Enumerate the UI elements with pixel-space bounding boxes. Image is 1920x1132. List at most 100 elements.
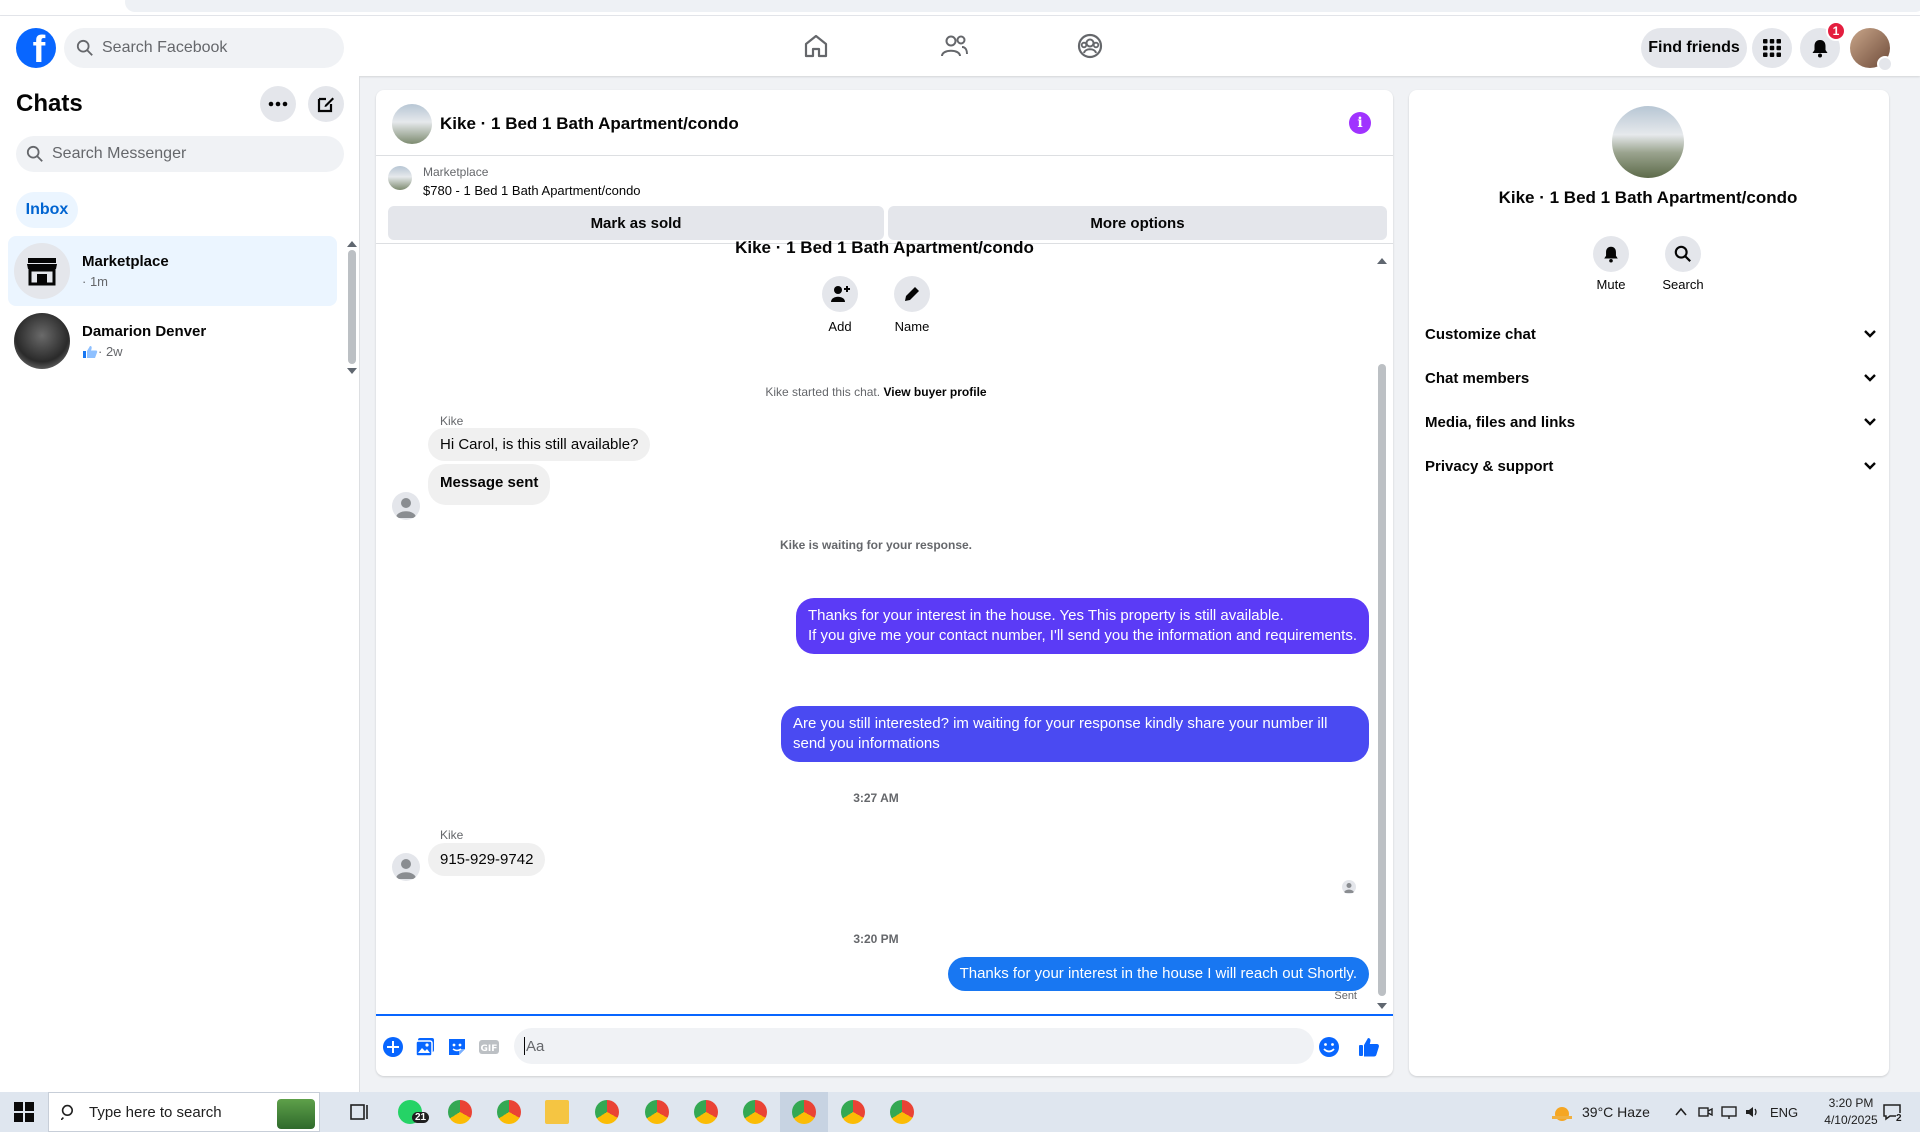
seen-avatar [1342, 880, 1356, 894]
chat-time: · 2w [98, 344, 123, 359]
search-icon [76, 39, 93, 56]
privacy-support-section[interactable]: Privacy & support [1425, 448, 1877, 484]
customize-chat-section[interactable]: Customize chat [1425, 316, 1877, 352]
chat-item-marketplace[interactable]: Marketplace · 1m [8, 236, 337, 306]
address-bar[interactable] [125, 0, 1920, 12]
name-label: Name [894, 319, 930, 334]
scroll-down-arrow[interactable] [1377, 1003, 1387, 1009]
friends-icon[interactable] [938, 30, 970, 62]
chevron-up-icon[interactable] [1674, 1105, 1688, 1119]
home-icon[interactable] [800, 30, 832, 62]
weather-widget[interactable]: 39°C Haze [1550, 1092, 1650, 1132]
file-explorer-icon[interactable] [545, 1100, 569, 1124]
chat-name: Marketplace [82, 253, 169, 270]
info-icon[interactable]: i [1349, 112, 1371, 134]
outgoing-message[interactable]: Thanks for your interest in the house I … [947, 957, 1369, 991]
more-options-button[interactable]: More options [888, 206, 1387, 240]
sticker-icon[interactable] [446, 1036, 468, 1058]
thread-title: Kike · 1 Bed 1 Bath Apartment/condo [735, 238, 1034, 257]
whatsapp-badge: 21 [412, 1112, 430, 1123]
bell-icon [1812, 40, 1828, 58]
thumbs-up-icon [83, 345, 98, 358]
chrome-profile-icon[interactable] [595, 1100, 619, 1124]
view-buyer-profile-link[interactable]: View buyer profile [883, 385, 986, 399]
chat-name: Damarion Denver [82, 323, 207, 340]
chat-started-notice: Kike started this chat. View buyer profi… [376, 385, 1376, 399]
chats-scrollbar[interactable] [348, 250, 356, 364]
conversation-avatar[interactable] [392, 104, 432, 144]
taskbar-clock[interactable]: 3:20 PM 4/10/2025 [1816, 1095, 1886, 1129]
emoji-icon[interactable] [1318, 1036, 1340, 1058]
store-icon [27, 258, 57, 286]
search-conversation-button[interactable] [1665, 236, 1701, 272]
chevron-down-icon [1864, 418, 1876, 426]
name-chat-button[interactable] [894, 276, 930, 312]
mark-as-sold-button[interactable]: Mark as sold [388, 206, 884, 240]
damarion-avatar [14, 313, 70, 369]
conversation-title[interactable]: Kike · 1 Bed 1 Bath Apartment/condo [440, 114, 739, 134]
listing-title[interactable]: $780 - 1 Bed 1 Bath Apartment/condo [423, 183, 641, 198]
chat-options-button[interactable] [260, 86, 296, 122]
conversation-scrollbar[interactable] [1378, 364, 1386, 996]
incoming-message[interactable]: 915-929-9742 [428, 843, 546, 876]
scroll-up-arrow[interactable] [347, 241, 357, 247]
chevron-down-icon[interactable] [1877, 56, 1893, 72]
plus-circle-icon[interactable] [382, 1036, 404, 1058]
browser-tab-strip [0, 0, 1920, 16]
message-input[interactable]: Aa [514, 1028, 1314, 1064]
photo-icon[interactable] [414, 1036, 436, 1058]
person-icon [396, 498, 416, 518]
chrome-icon[interactable] [448, 1100, 472, 1124]
messenger-search-placeholder: Search Messenger [52, 145, 187, 162]
section-label: Chat members [1425, 369, 1530, 387]
facebook-search-input[interactable]: Search Facebook [64, 28, 344, 68]
find-friends-button[interactable]: Find friends [1641, 28, 1747, 68]
grid-menu-icon [1763, 39, 1781, 57]
chat-members-section[interactable]: Chat members [1425, 360, 1877, 396]
media-files-links-section[interactable]: Media, files and links [1425, 404, 1877, 440]
chrome-profile-icon[interactable] [890, 1100, 914, 1124]
meet-icon[interactable] [1697, 1104, 1713, 1120]
chrome-profile-icon[interactable] [497, 1100, 521, 1124]
text-cursor [524, 1037, 525, 1055]
outgoing-message[interactable]: Are you still interested? im waiting for… [781, 706, 1369, 762]
gif-icon[interactable]: GIF [478, 1036, 500, 1058]
messenger-search-input[interactable]: Search Messenger [16, 136, 344, 172]
chrome-profile-icon[interactable] [841, 1100, 865, 1124]
pencil-icon [905, 287, 919, 301]
chrome-profile-icon[interactable] [694, 1100, 718, 1124]
kike-avatar[interactable] [392, 492, 420, 520]
chat-item-damarion-denver[interactable]: Damarion Denver · 2w [8, 306, 337, 376]
kike-avatar[interactable] [392, 853, 420, 881]
facebook-search-placeholder: Search Facebook [102, 39, 228, 56]
message-line: Are you still interested? im waiting for… [793, 715, 1328, 732]
incoming-message[interactable]: Message sent [428, 464, 551, 505]
outgoing-message[interactable]: Thanks for your interest in the house. Y… [796, 598, 1369, 654]
section-label: Customize chat [1425, 325, 1536, 343]
mute-button[interactable] [1593, 236, 1629, 272]
new-message-button[interactable] [308, 86, 344, 122]
windows-start-icon[interactable] [14, 1102, 34, 1122]
add-people-button[interactable] [822, 276, 858, 312]
scroll-down-arrow[interactable] [347, 368, 357, 374]
groups-icon[interactable] [1074, 30, 1106, 62]
volume-icon[interactable] [1744, 1104, 1760, 1120]
network-icon[interactable] [1720, 1104, 1738, 1120]
incoming-message[interactable]: Hi Carol, is this still available? [428, 428, 651, 461]
menu-button[interactable] [1752, 28, 1792, 68]
taskbar-search-input[interactable]: Type here to search [48, 1092, 320, 1132]
like-icon[interactable] [1358, 1036, 1380, 1058]
scroll-up-arrow[interactable] [1377, 258, 1387, 264]
task-view-icon[interactable] [348, 1100, 372, 1124]
language-indicator[interactable]: ENG [1770, 1092, 1798, 1132]
windows-taskbar: Type here to search 21 39°C Haze ENG 3:2… [0, 1092, 1920, 1132]
chrome-profile-icon[interactable] [645, 1100, 669, 1124]
listing-thumbnail[interactable] [388, 166, 412, 190]
chrome-profile-icon[interactable] [792, 1100, 816, 1124]
message-line: Thanks for your interest in the house. Y… [808, 607, 1284, 624]
tab-inbox[interactable]: Inbox [16, 192, 78, 228]
chrome-profile-icon[interactable] [743, 1100, 767, 1124]
details-title: Kike · 1 Bed 1 Bath Apartment/condo [1498, 188, 1798, 207]
facebook-logo[interactable]: f [16, 28, 56, 68]
listing-avatar[interactable] [1612, 106, 1684, 178]
